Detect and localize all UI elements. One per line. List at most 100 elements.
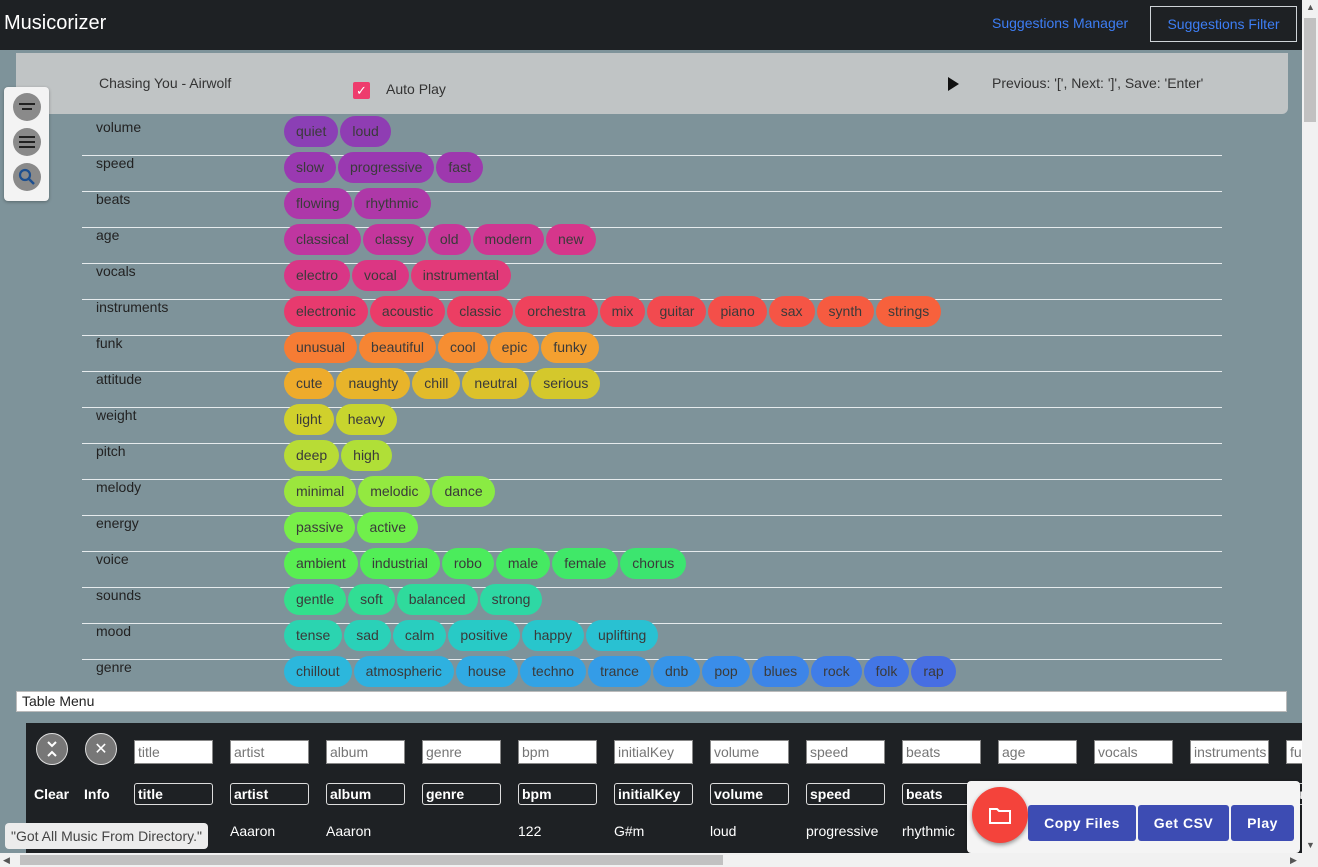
column-header[interactable]: bpm [518, 783, 597, 805]
filter-input-initialKey[interactable] [614, 740, 693, 764]
vertical-scrollbar[interactable] [1302, 0, 1318, 867]
scroll-up-arrow[interactable]: ▲ [1306, 2, 1315, 12]
tag-chip-trance[interactable]: trance [588, 656, 651, 687]
column-header[interactable]: artist [230, 783, 309, 805]
tag-chip-tense[interactable]: tense [284, 620, 343, 651]
search-icon[interactable] [13, 163, 41, 191]
tag-chip-calm[interactable]: calm [392, 620, 447, 651]
tag-chip-blues[interactable]: blues [751, 656, 810, 687]
tag-chip-fast[interactable]: fast [436, 152, 483, 183]
play-icon[interactable] [948, 77, 959, 91]
tag-chip-female[interactable]: female [552, 548, 619, 579]
tag-chip-techno[interactable]: techno [520, 656, 587, 687]
tag-chip-industrial[interactable]: industrial [359, 548, 440, 579]
tag-chip-chorus[interactable]: chorus [620, 548, 687, 579]
tag-chip-strong[interactable]: strong [479, 584, 543, 615]
tag-chip-quiet[interactable]: quiet [284, 116, 339, 147]
close-icon[interactable]: ✕ [85, 733, 117, 765]
tag-chip-rhythmic[interactable]: rhythmic [353, 188, 431, 219]
tag-chip-classical[interactable]: classical [284, 224, 361, 255]
tag-chip-classic[interactable]: classic [447, 296, 514, 327]
tag-chip-passive[interactable]: passive [284, 512, 356, 543]
tag-chip-soft[interactable]: soft [348, 584, 395, 615]
folder-open-button[interactable] [972, 787, 1028, 843]
tag-chip-atmospheric[interactable]: atmospheric [353, 656, 454, 687]
filter-input-artist[interactable] [230, 740, 309, 764]
filter-input-genre[interactable] [422, 740, 501, 764]
scroll-down-arrow[interactable]: ▼ [1306, 840, 1315, 850]
tag-chip-robo[interactable]: robo [441, 548, 494, 579]
filter-input-title[interactable] [134, 740, 213, 764]
tag-chip-naughty[interactable]: naughty [336, 368, 411, 399]
tag-chip-sad[interactable]: sad [344, 620, 391, 651]
tag-chip-male[interactable]: male [495, 548, 551, 579]
filter-input-beats[interactable] [902, 740, 981, 764]
tag-chip-chill[interactable]: chill [412, 368, 461, 399]
tag-chip-guitar[interactable]: guitar [647, 296, 707, 327]
autoplay-checkbox[interactable]: ✓ [353, 82, 370, 99]
tag-chip-happy[interactable]: happy [521, 620, 585, 651]
tag-chip-balanced[interactable]: balanced [396, 584, 478, 615]
get-csv-button[interactable]: Get CSV [1138, 805, 1229, 841]
filter-input-fu[interactable] [1286, 740, 1302, 764]
copy-files-button[interactable]: Copy Files [1028, 805, 1136, 841]
tag-chip-acoustic[interactable]: acoustic [369, 296, 446, 327]
column-header[interactable]: speed [806, 783, 885, 805]
column-header[interactable]: initialKey [614, 783, 693, 805]
column-header[interactable]: title [134, 783, 213, 805]
tag-chip-house[interactable]: house [455, 656, 519, 687]
tag-chip-progressive[interactable]: progressive [338, 152, 435, 183]
tag-chip-rock[interactable]: rock [811, 656, 862, 687]
filter-input-album[interactable] [326, 740, 405, 764]
collapse-icon[interactable] [36, 733, 68, 765]
filter-input-age[interactable] [998, 740, 1077, 764]
tag-chip-minimal[interactable]: minimal [284, 476, 357, 507]
filter-input-bpm[interactable] [518, 740, 597, 764]
info-button[interactable]: Info [84, 786, 110, 802]
tag-chip-dnb[interactable]: dnb [652, 656, 701, 687]
tag-chip-piano[interactable]: piano [708, 296, 767, 327]
tag-chip-positive[interactable]: positive [448, 620, 520, 651]
horizontal-scroll-thumb[interactable] [20, 855, 723, 865]
tag-chip-deep[interactable]: deep [284, 440, 340, 471]
tag-chip-cool[interactable]: cool [437, 332, 488, 363]
tag-chip-slow[interactable]: slow [284, 152, 337, 183]
scroll-right-arrow[interactable]: ▶ [1290, 855, 1297, 866]
tag-chip-ambient[interactable]: ambient [284, 548, 358, 579]
tag-chip-classy[interactable]: classy [362, 224, 426, 255]
tag-chip-pop[interactable]: pop [702, 656, 750, 687]
tag-chip-old[interactable]: old [427, 224, 471, 255]
clear-button[interactable]: Clear [34, 786, 69, 802]
tag-chip-light[interactable]: light [284, 404, 334, 435]
column-header[interactable]: volume [710, 783, 789, 805]
tag-chip-high[interactable]: high [341, 440, 392, 471]
tag-chip-loud[interactable]: loud [340, 116, 391, 147]
tag-chip-neutral[interactable]: neutral [462, 368, 530, 399]
filter-input-volume[interactable] [710, 740, 789, 764]
vertical-scroll-thumb[interactable] [1304, 18, 1316, 122]
tag-chip-new[interactable]: new [545, 224, 596, 255]
tag-chip-instrumental[interactable]: instrumental [410, 260, 511, 291]
tag-chip-electro[interactable]: electro [284, 260, 351, 291]
column-header[interactable]: album [326, 783, 405, 805]
suggestions-manager-link[interactable]: Suggestions Manager [992, 15, 1128, 31]
tag-chip-flowing[interactable]: flowing [284, 188, 352, 219]
tag-chip-vocal[interactable]: vocal [352, 260, 409, 291]
tag-chip-beautiful[interactable]: beautiful [359, 332, 436, 363]
suggestions-filter-button[interactable]: Suggestions Filter [1150, 6, 1297, 42]
tag-chip-chillout[interactable]: chillout [284, 656, 352, 687]
tag-chip-synth[interactable]: synth [816, 296, 874, 327]
tag-chip-uplifting[interactable]: uplifting [586, 620, 659, 651]
tag-chip-orchestra[interactable]: orchestra [515, 296, 598, 327]
filter-list-icon[interactable] [13, 93, 41, 121]
menu-lines-icon[interactable] [13, 128, 41, 156]
tag-chip-gentle[interactable]: gentle [284, 584, 347, 615]
tag-chip-rap[interactable]: rap [911, 656, 956, 687]
play-button[interactable]: Play [1231, 805, 1294, 841]
tag-chip-sax[interactable]: sax [768, 296, 815, 327]
tag-chip-heavy[interactable]: heavy [335, 404, 398, 435]
tag-chip-epic[interactable]: epic [489, 332, 540, 363]
filter-input-vocals[interactable] [1094, 740, 1173, 764]
scroll-left-arrow[interactable]: ◀ [3, 855, 10, 866]
table-menu-bar[interactable]: Table Menu [16, 691, 1287, 712]
